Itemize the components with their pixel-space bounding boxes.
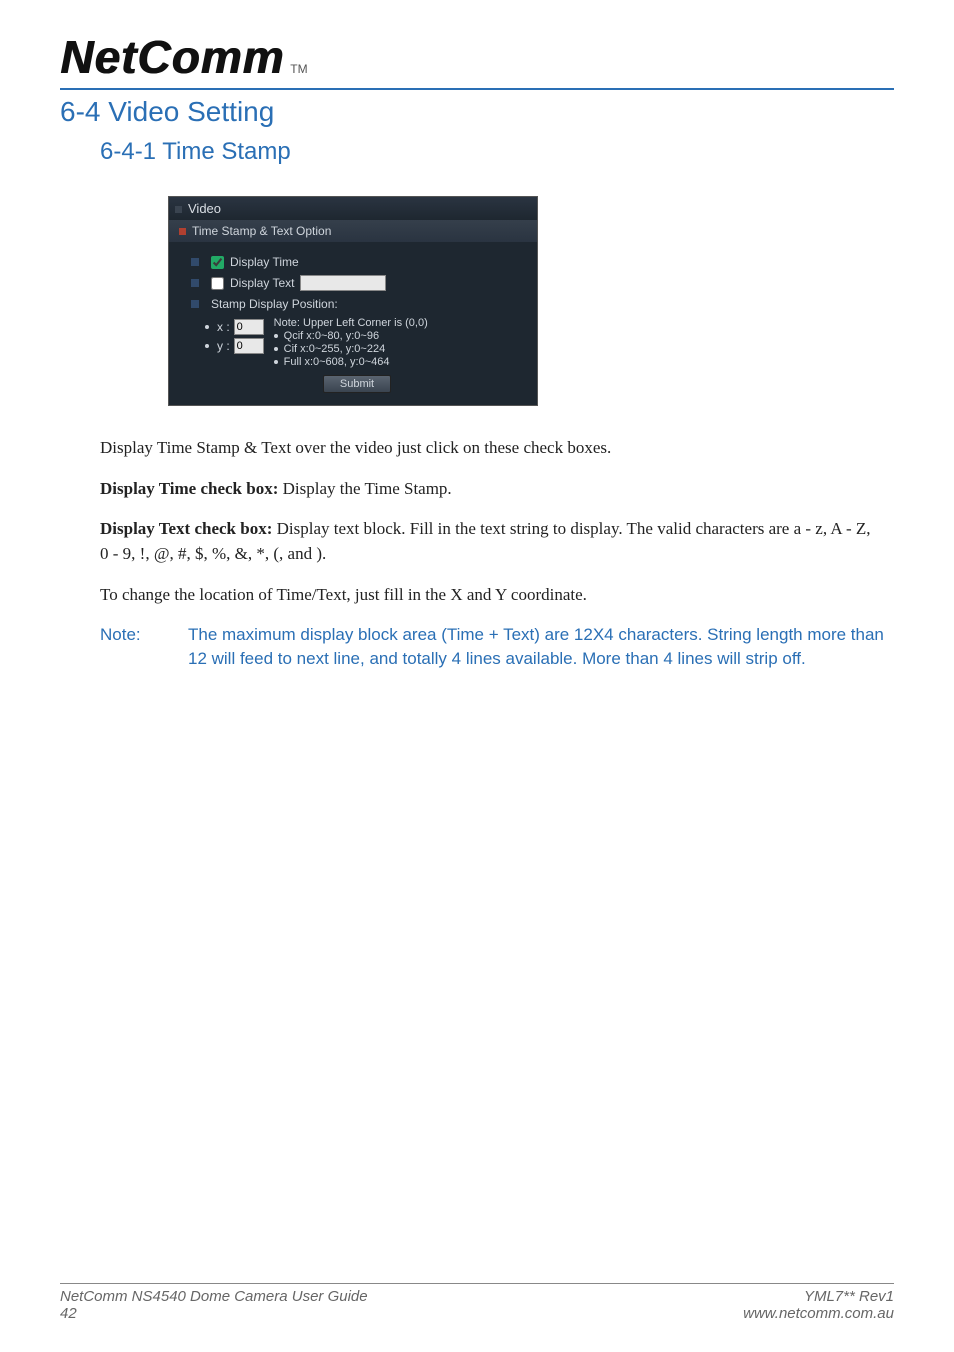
display-text-label: Display Text [230,276,294,290]
list-square-icon [191,258,199,266]
display-text-checkbox[interactable] [211,277,224,290]
stamp-position-label: Stamp Display Position: [211,297,338,311]
logo-row: NetComm TM [60,30,894,88]
list-square-icon [191,300,199,308]
display-time-label: Display Time [230,255,299,269]
display-time-rest: Display the Time Stamp. [278,479,451,498]
y-input-row: y : [205,338,264,354]
dot-icon [274,360,278,364]
dot-icon [205,344,209,348]
footer-divider [60,1283,894,1284]
display-text-row: Display Text [191,272,523,294]
title-bullet-icon [175,206,182,213]
list-square-icon [191,279,199,287]
display-time-checkbox[interactable] [211,256,224,269]
x-input[interactable] [234,319,264,335]
panel-title: Video [188,201,221,216]
position-notes: Note: Upper Left Corner is (0,0) Qcif x:… [274,316,428,369]
panel-section-bar: Time Stamp & Text Option [169,220,537,242]
note-line-1: Note: Upper Left Corner is (0,0) [274,317,428,329]
embedded-screenshot: Video Time Stamp & Text Option Display T… [168,196,894,406]
brand-logo: NetComm [60,30,284,84]
display-time-row: Display Time [191,252,523,272]
stamp-position-row: Stamp Display Position: [191,294,523,314]
display-text-strong: Display Text check box: [100,519,272,538]
section-heading: 6-4 Video Setting [60,96,894,128]
dot-icon [205,325,209,329]
trademark-symbol: TM [290,62,307,76]
paragraph-display-time: Display Time check box: Display the Time… [100,477,880,502]
paragraph-display-text: Display Text check box: Display text blo… [100,517,880,566]
y-input[interactable] [234,338,264,354]
y-label: y : [217,339,230,353]
footer-revision: YML7** Rev1 [804,1288,894,1305]
note-line-2: Qcif x:0~80, y:0~96 [284,330,379,342]
footer-url: www.netcomm.com.au [743,1305,894,1322]
panel-section-label: Time Stamp & Text Option [192,224,331,238]
note-label: Note: [100,623,160,671]
submit-button[interactable]: Submit [323,375,391,393]
paragraph-coordinate: To change the location of Time/Text, jus… [100,583,880,608]
note-block: Note: The maximum display block area (Ti… [100,623,894,671]
panel-title-bar: Video [169,197,537,220]
subsection-heading: 6-4-1 Time Stamp [100,138,894,166]
x-input-row: x : [205,319,264,335]
dot-icon [274,347,278,351]
footer-guide-title: NetComm NS4540 Dome Camera User Guide [60,1288,368,1305]
display-time-strong: Display Time check box: [100,479,278,498]
x-label: x : [217,320,230,334]
footer-page-number: 42 [60,1305,77,1322]
section-bullet-icon [179,228,186,235]
page-footer: NetComm NS4540 Dome Camera User Guide YM… [60,1283,894,1322]
note-line-4: Full x:0~608, y:0~464 [284,356,390,368]
note-line-3: Cif x:0~255, y:0~224 [284,343,386,355]
paragraph-intro: Display Time Stamp & Text over the video… [100,436,880,461]
note-body: The maximum display block area (Time + T… [188,623,894,671]
header-divider [60,88,894,90]
dot-icon [274,334,278,338]
display-text-input[interactable] [300,275,386,291]
